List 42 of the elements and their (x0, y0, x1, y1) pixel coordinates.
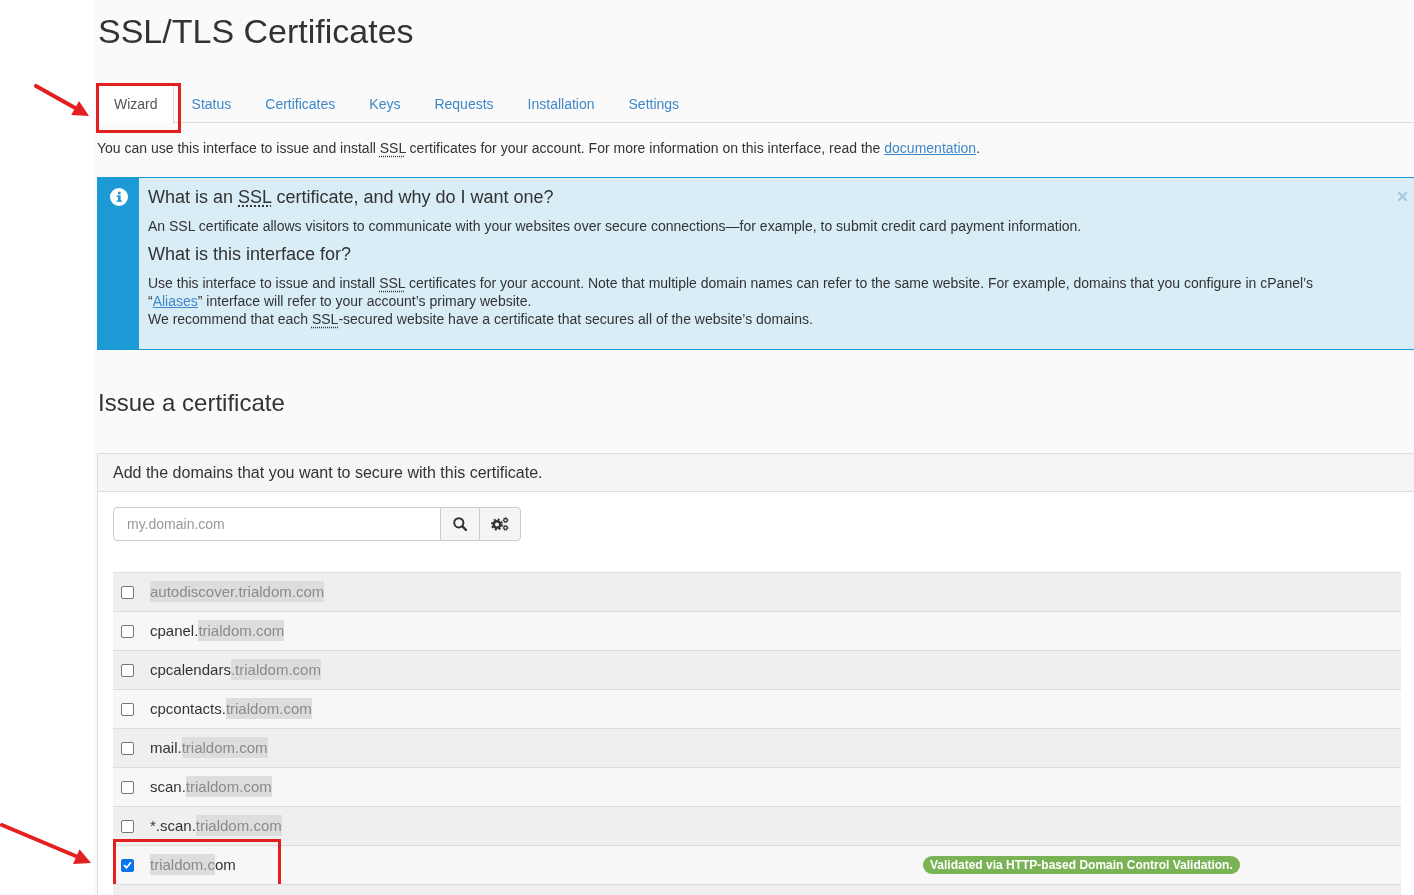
domain-name: cpcalendars.trialdom.com (150, 660, 321, 680)
tab[interactable]: Keys (353, 83, 417, 123)
text-link[interactable]: Aliases (152, 293, 198, 309)
tab[interactable]: Requests (418, 83, 510, 123)
checkbox[interactable] (121, 702, 134, 716)
domain-name: trialdom.com (150, 855, 236, 875)
tab[interactable]: Certificates (249, 83, 352, 123)
panel-header: Add the domains that you want to secure with this certificate. (98, 454, 1414, 492)
tab[interactable]: Installation (511, 83, 611, 123)
domain-name: autodiscover.trialdom.com (150, 582, 325, 602)
domain-input[interactable]: my.domain.com (113, 507, 441, 541)
info-text: Use this interface to issue and install SSL certificates for your account. Note that multiple domain names can refer to the same website. For example, domains that you configure in cPanel’s “Aliases” interface will refer to your account’s primary website. (148, 274, 1314, 310)
gears-icon (491, 517, 509, 531)
info-heading: What is an SSL certificate, and why do I want one? (148, 186, 555, 209)
domain-name: cpcontacts.trialdom.com (150, 699, 312, 719)
domain-name: cpanel.trialdom.com (150, 621, 285, 641)
domain-name: scan.trialdom.com (150, 777, 272, 797)
checkmark-icon (123, 861, 132, 869)
domain-name: mail.trialdom.com (150, 738, 268, 758)
info-heading: What is this interface for? (148, 243, 353, 266)
search-button[interactable] (440, 507, 480, 541)
checkbox[interactable] (121, 819, 134, 833)
intro-text: You can use this interface to issue and install SSL certificates for your account. For more information on this interface, read the documentation. (97, 139, 982, 158)
checkbox[interactable] (121, 663, 134, 677)
section-heading: Issue a certificate (98, 388, 286, 418)
checkbox[interactable] (121, 858, 134, 872)
tab[interactable]: Status (175, 83, 248, 123)
checkbox[interactable] (121, 780, 134, 794)
page-title: SSL/TLS Certificates (98, 13, 415, 50)
checkbox[interactable] (121, 624, 134, 638)
checkbox[interactable] (121, 741, 134, 755)
info-text: We recommend that each SSL-secured website have a certificate that secures all of the website’s domains. (148, 310, 814, 328)
annotation-arrow (34, 84, 90, 118)
info-icon (109, 188, 128, 206)
settings-button[interactable] (479, 507, 521, 541)
domain-name: *.scan.trialdom.com (150, 816, 282, 836)
search-icon (453, 517, 467, 531)
text-link[interactable]: documentation (884, 140, 977, 156)
tab[interactable]: Settings (612, 83, 696, 123)
checkbox[interactable] (121, 585, 134, 599)
info-text: An SSL certificate allows visitors to communicate with your websites over secure connections—for example, to submit credit card payment information. (148, 217, 1083, 235)
status-badge: Validated via HTTP-based Domain Control Validation. (923, 856, 1240, 874)
